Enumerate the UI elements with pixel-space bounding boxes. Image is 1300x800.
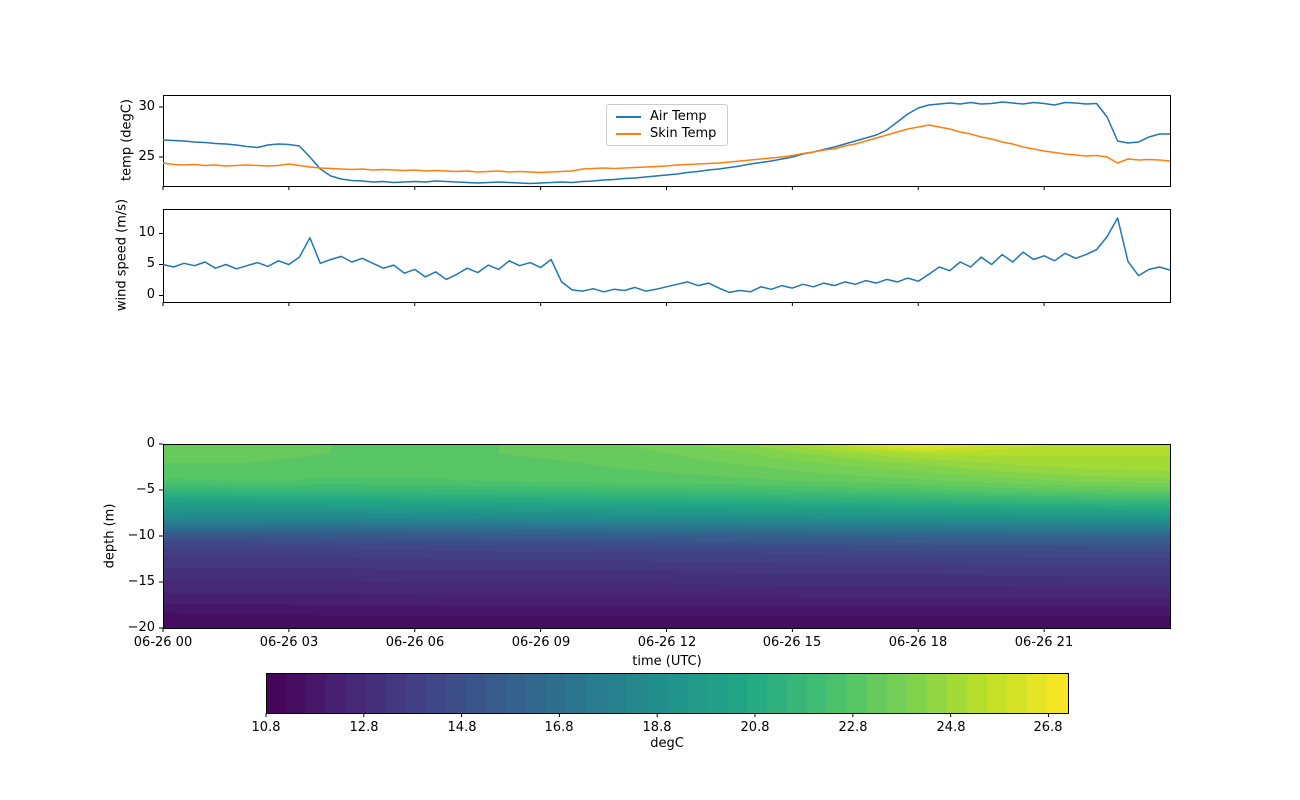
colorbar-tick-label: 10.8 xyxy=(251,720,281,735)
y-tick-label: 0 xyxy=(146,287,155,302)
colorbar-tick-label: 16.8 xyxy=(544,720,574,735)
colorbar-tick-label: 22.8 xyxy=(838,720,868,735)
y-tick-label: 5 xyxy=(146,256,155,271)
x-tick-label: 06-26 18 xyxy=(888,635,948,650)
y-tick-label: 30 xyxy=(138,99,155,114)
x-tick-label: 06-26 21 xyxy=(1014,635,1074,650)
colorbar-tick-label: 14.8 xyxy=(447,720,477,735)
legend-label-air-temp: Air Temp xyxy=(650,109,707,124)
colorbar-tick-label: 18.8 xyxy=(642,720,672,735)
x-tick-label: 06-26 03 xyxy=(259,635,319,650)
legend-item-air-temp: Air Temp xyxy=(616,109,718,124)
x-tick-label: 06-26 00 xyxy=(133,635,193,650)
colorbar-tick-label: 20.8 xyxy=(740,720,770,735)
figure: temp (degC) wind speed (m/s) depth (m) t… xyxy=(0,0,1300,800)
x-tick-label: 06-26 06 xyxy=(385,635,445,650)
y-tick-label: −20 xyxy=(127,620,155,635)
legend-item-skin-temp: Skin Temp xyxy=(616,126,718,141)
legend: Air Temp Skin Temp xyxy=(606,104,728,146)
colorbar-tick-label: 12.8 xyxy=(349,720,379,735)
y-tick-label: −5 xyxy=(135,482,155,497)
x-tick-label: 06-26 09 xyxy=(511,635,571,650)
y-tick-label: 10 xyxy=(138,225,155,240)
x-tick-label: 06-26 12 xyxy=(637,635,697,650)
y-tick-label: −10 xyxy=(127,528,155,543)
air-temp-line-swatch xyxy=(616,115,641,118)
skin-temp-line-swatch xyxy=(616,132,641,135)
y-tick-label: −15 xyxy=(127,574,155,589)
y-tick-label: 0 xyxy=(146,436,155,451)
y-tick-label: 25 xyxy=(138,149,155,164)
colorbar-label: degC xyxy=(650,736,684,751)
colorbar-tick-label: 24.8 xyxy=(936,720,966,735)
legend-label-skin-temp: Skin Temp xyxy=(650,126,717,141)
time-x-axis-label: time (UTC) xyxy=(632,654,702,669)
x-tick-label: 06-26 15 xyxy=(762,635,822,650)
colorbar-tick-label: 26.8 xyxy=(1033,720,1063,735)
